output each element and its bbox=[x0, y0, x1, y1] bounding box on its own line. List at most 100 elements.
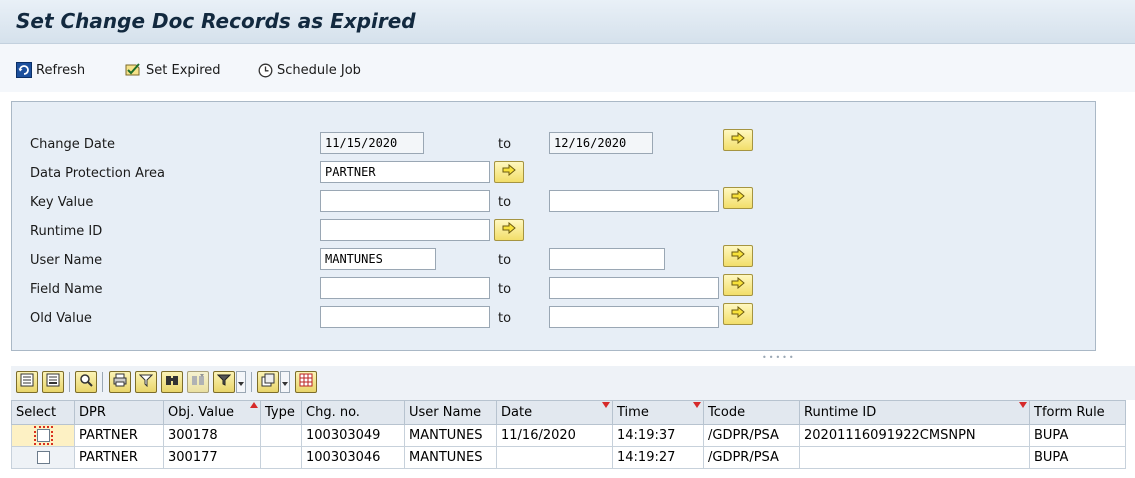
cell-tcode: /GDPR/PSA bbox=[703, 424, 800, 447]
yellow-arrow-icon bbox=[731, 189, 745, 206]
key-value-to-input[interactable] bbox=[549, 190, 719, 212]
set-expired-icon bbox=[124, 62, 142, 78]
column-header-tform-rule[interactable]: Tform Rule bbox=[1029, 400, 1126, 425]
filter-button[interactable] bbox=[135, 371, 157, 393]
find-button[interactable] bbox=[75, 371, 97, 393]
column-header-tcode[interactable]: Tcode bbox=[703, 400, 800, 425]
cell-tform-rule: BUPA bbox=[1029, 424, 1126, 447]
user-name-multiple-selection-button[interactable] bbox=[723, 245, 753, 267]
column-header-time[interactable]: Time bbox=[612, 400, 704, 425]
schedule-job-label: Schedule Job bbox=[277, 62, 361, 78]
yellow-arrow-icon bbox=[731, 305, 745, 322]
cell-user-name: MANTUNES bbox=[404, 424, 497, 447]
data-protection-area-input[interactable]: PARTNER bbox=[320, 161, 490, 183]
application-toolbar: Refresh Set Expired Schedule Job bbox=[0, 44, 1135, 92]
alv-toolbar bbox=[11, 366, 1135, 400]
cell-dpr: PARTNER bbox=[74, 424, 164, 447]
cell-tform-rule: BUPA bbox=[1029, 446, 1126, 469]
sort-descending-icon bbox=[693, 402, 701, 408]
column-header-runtime-id[interactable]: Runtime ID bbox=[799, 400, 1030, 425]
field-name-from-input[interactable] bbox=[320, 277, 490, 299]
refresh-label: Refresh bbox=[36, 62, 86, 78]
row-select-checkbox[interactable] bbox=[36, 451, 50, 464]
toolbar-separator bbox=[69, 372, 70, 392]
user-name-from-input[interactable]: MANTUNES bbox=[320, 248, 436, 270]
yellow-arrow-icon bbox=[731, 131, 745, 148]
toolbar-separator bbox=[251, 372, 252, 392]
sort-descending-icon bbox=[602, 402, 610, 408]
label-old-value: Old Value bbox=[30, 311, 92, 326]
column-header-select[interactable]: Select bbox=[11, 400, 75, 425]
binoculars-icon bbox=[165, 373, 179, 391]
details-icon bbox=[20, 373, 34, 391]
column-header-date[interactable]: Date bbox=[496, 400, 613, 425]
sort-ascending-icon bbox=[250, 402, 258, 408]
old-value-multiple-selection-button[interactable] bbox=[723, 303, 753, 325]
column-header-label: Obj. Value bbox=[168, 405, 235, 420]
sort-descending-icon bbox=[1019, 402, 1027, 408]
export-icon bbox=[261, 373, 275, 391]
cell-chg-no: 100303049 bbox=[301, 424, 405, 447]
column-header-chg-no[interactable]: Chg. no. bbox=[301, 400, 405, 425]
row-select-checkbox[interactable] bbox=[33, 426, 53, 445]
cell-user-name: MANTUNES bbox=[404, 446, 497, 469]
field-name-to-input[interactable] bbox=[549, 277, 719, 299]
yellow-arrow-icon bbox=[502, 163, 516, 180]
cell-date: 11/16/2020 bbox=[496, 424, 613, 447]
cell-runtime-id: 20201116091922CMSNPN bbox=[799, 424, 1030, 447]
user-name-to-input[interactable] bbox=[549, 248, 665, 270]
old-value-to-input[interactable] bbox=[549, 306, 719, 328]
set-expired-button[interactable]: Set Expired bbox=[124, 60, 221, 80]
yellow-arrow-icon bbox=[502, 221, 516, 238]
search-next-button[interactable] bbox=[187, 371, 209, 393]
field-name-multiple-selection-button[interactable] bbox=[723, 274, 753, 296]
old-value-to-label: to bbox=[498, 311, 512, 326]
binoculars-next-icon bbox=[191, 373, 205, 391]
row-select-cell[interactable] bbox=[11, 446, 75, 469]
cell-time: 14:19:37 bbox=[612, 424, 704, 447]
key-value-multiple-selection-button[interactable] bbox=[723, 187, 753, 209]
change-date-to-label: to bbox=[498, 137, 512, 152]
export-button[interactable] bbox=[257, 371, 279, 393]
change-date-to-input[interactable]: 12/16/2020 bbox=[549, 132, 653, 154]
column-header-dpr[interactable]: DPR bbox=[74, 400, 164, 425]
label-change-date: Change Date bbox=[30, 137, 115, 152]
page-title: Set Change Doc Records as Expired bbox=[16, 9, 416, 33]
change-date-multiple-selection-button[interactable] bbox=[723, 129, 753, 151]
table-row[interactable]: PARTNER 300177 100303046 MANTUNES 14:19:… bbox=[11, 446, 1126, 469]
column-header-user-name[interactable]: User Name bbox=[404, 400, 497, 425]
results-grid: Select DPR Obj. Value Type Chg. no. User… bbox=[11, 400, 1126, 469]
key-value-to-label: to bbox=[498, 195, 512, 210]
cell-type bbox=[260, 446, 302, 469]
runtime-id-multiple-selection-button[interactable] bbox=[494, 219, 524, 241]
change-date-from-input[interactable]: 11/15/2020 bbox=[320, 132, 424, 154]
field-name-to-label: to bbox=[498, 282, 512, 297]
schedule-job-button[interactable]: Schedule Job bbox=[258, 60, 361, 80]
runtime-id-input[interactable] bbox=[320, 219, 490, 241]
column-header-type[interactable]: Type bbox=[260, 400, 302, 425]
refresh-icon bbox=[16, 62, 32, 78]
data-protection-area-multiple-selection-button[interactable] bbox=[494, 161, 524, 183]
filter-dropdown[interactable] bbox=[236, 371, 246, 393]
select-all-button[interactable] bbox=[42, 371, 64, 393]
row-select-cell[interactable] bbox=[11, 424, 75, 447]
toolbar-separator bbox=[102, 372, 103, 392]
grid-header-row: Select DPR Obj. Value Type Chg. no. User… bbox=[11, 400, 1126, 425]
column-header-obj-value[interactable]: Obj. Value bbox=[163, 400, 261, 425]
search-button[interactable] bbox=[161, 371, 183, 393]
set-filter-button[interactable] bbox=[213, 371, 235, 393]
key-value-from-input[interactable] bbox=[320, 190, 490, 212]
refresh-button[interactable]: Refresh bbox=[16, 60, 85, 80]
layout-button[interactable] bbox=[295, 371, 317, 393]
details-button[interactable] bbox=[16, 371, 38, 393]
export-dropdown[interactable] bbox=[280, 371, 290, 393]
print-button[interactable] bbox=[109, 371, 131, 393]
table-row[interactable]: PARTNER 300178 100303049 MANTUNES 11/16/… bbox=[11, 424, 1126, 447]
splitter-handle[interactable]: ••••• bbox=[762, 354, 794, 362]
user-name-to-label: to bbox=[498, 253, 512, 268]
label-data-protection-area: Data Protection Area bbox=[30, 166, 165, 181]
magnifier-icon bbox=[79, 373, 93, 391]
selection-panel: Change Date 11/15/2020 to 12/16/2020 Dat… bbox=[11, 101, 1096, 351]
old-value-from-input[interactable] bbox=[320, 306, 490, 328]
cell-dpr: PARTNER bbox=[74, 446, 164, 469]
